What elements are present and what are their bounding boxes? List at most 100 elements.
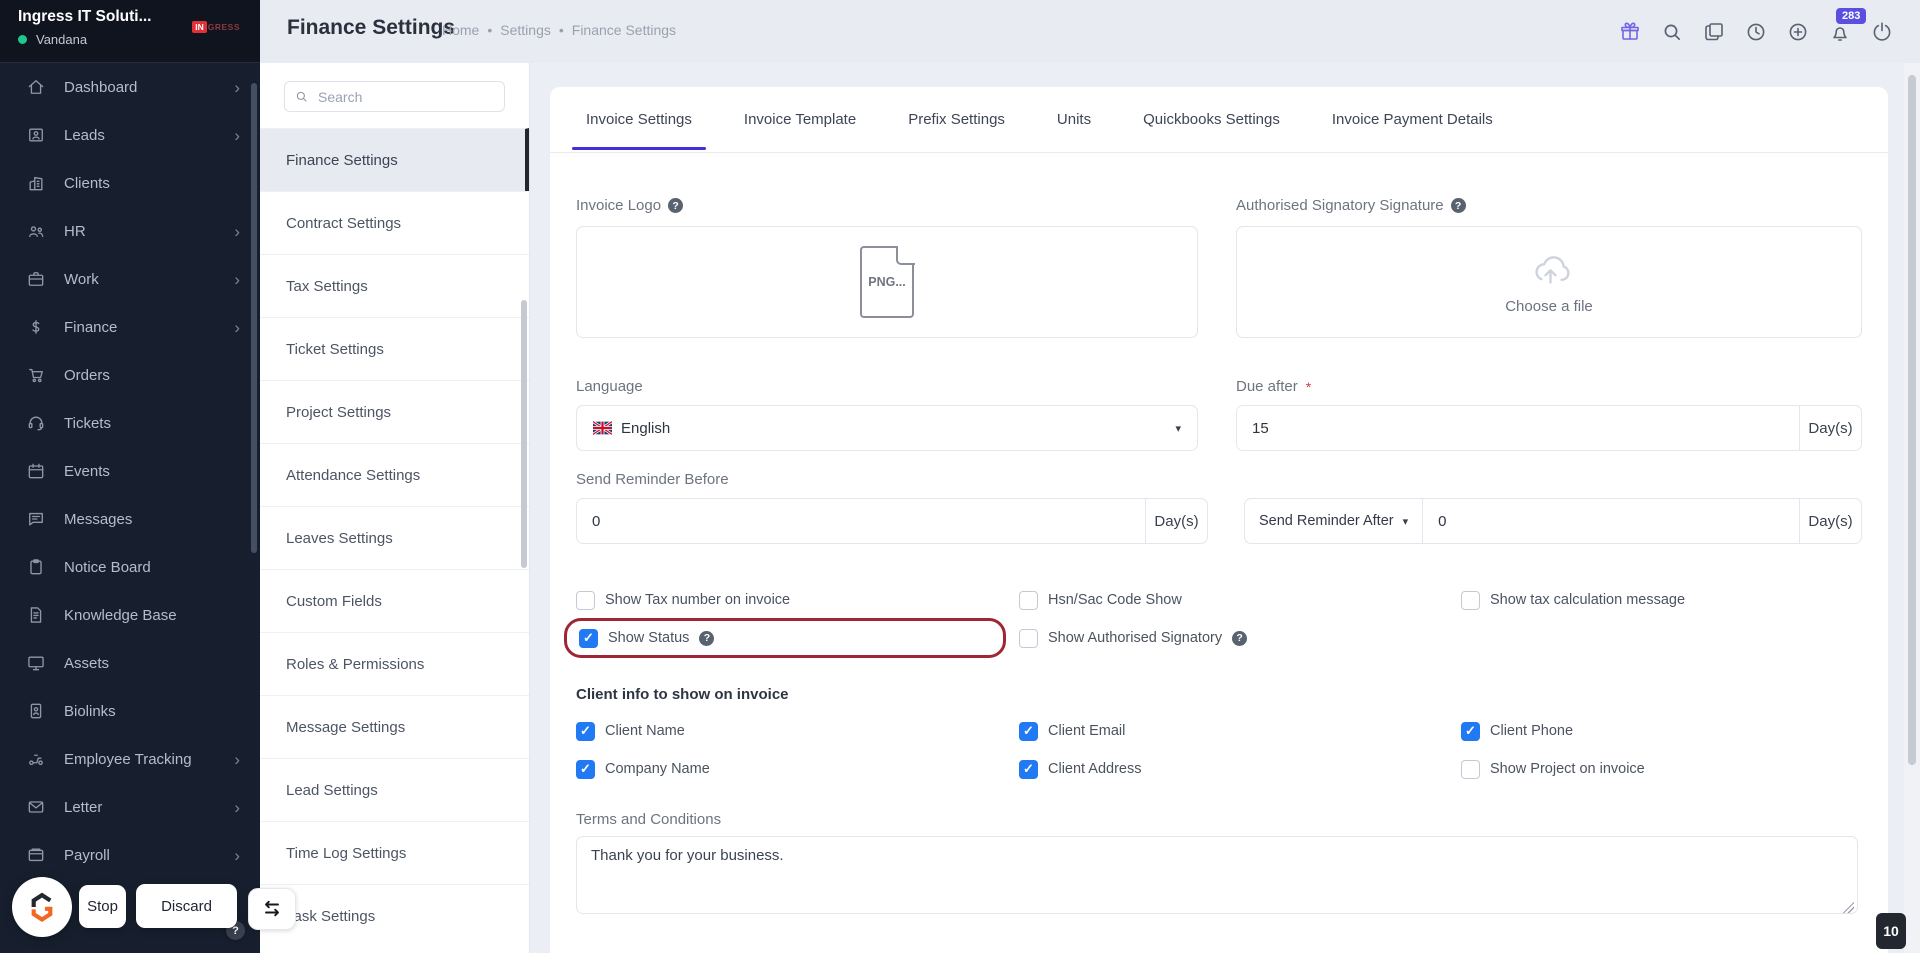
language-select[interactable]: English ▾: [576, 405, 1198, 451]
sidebar-item-label: Finance: [64, 318, 118, 336]
settings-nav-custom-fields[interactable]: Custom Fields: [260, 569, 529, 632]
sidebar-item-biolinks[interactable]: Biolinks: [0, 687, 260, 735]
settings-nav-tax-settings[interactable]: Tax Settings: [260, 254, 529, 317]
add-new-icon[interactable]: [1786, 20, 1810, 44]
checkbox[interactable]: [1461, 590, 1480, 610]
language-label: Language: [576, 378, 643, 395]
discard-button[interactable]: Discard: [136, 884, 237, 928]
sidebar-item-events[interactable]: Events: [0, 447, 260, 495]
sidebar-item-employee-tracking[interactable]: Employee Tracking ›: [0, 735, 260, 783]
notes-icon[interactable]: [1702, 20, 1726, 44]
tab-prefix-settings[interactable]: Prefix Settings: [908, 87, 1005, 152]
sidebar-item-label: Leads: [64, 126, 105, 144]
settings-nav-project-settings[interactable]: Project Settings: [260, 380, 529, 443]
lead-card-icon: [26, 125, 46, 145]
tab-quickbooks-settings[interactable]: Quickbooks Settings: [1143, 87, 1280, 152]
checkbox[interactable]: [1461, 721, 1480, 741]
settings-panel-scrollbar[interactable]: [521, 300, 527, 568]
language-field: Language English ▾: [576, 378, 1198, 451]
users-icon: [26, 221, 46, 241]
uk-flag-icon: [593, 421, 612, 435]
checkbox[interactable]: [1019, 590, 1038, 610]
company-name[interactable]: Ingress IT Soluti...: [18, 8, 152, 26]
signature-upload[interactable]: Choose a file: [1236, 226, 1862, 338]
checkbox[interactable]: [1019, 759, 1038, 779]
breadcrumb-settings[interactable]: Settings: [500, 22, 551, 38]
sidebar-item-orders[interactable]: Orders: [0, 351, 260, 399]
invoice-logo-field: Invoice Logo? PNG...: [576, 197, 1198, 338]
settings-nav-task-settings[interactable]: Task Settings: [260, 884, 529, 947]
reminder-after-select[interactable]: Send Reminder After ▾: [1245, 499, 1424, 543]
window-scrollbar-thumb[interactable]: [1908, 75, 1916, 765]
sidebar-item-payroll[interactable]: Payroll ›: [0, 831, 260, 879]
sidebar-item-assets[interactable]: Assets: [0, 639, 260, 687]
checkbox[interactable]: [576, 721, 595, 741]
recorder-logo[interactable]: [12, 877, 72, 937]
sidebar-item-dashboard[interactable]: Dashboard ›: [0, 63, 260, 111]
sidebar-item-leads[interactable]: Leads ›: [0, 111, 260, 159]
settings-nav-contract-settings[interactable]: Contract Settings: [260, 191, 529, 254]
company-name-option: Company Name: [576, 757, 1019, 781]
terms-label: Terms and Conditions: [576, 811, 722, 828]
settings-nav-roles-permissions[interactable]: Roles & Permissions: [260, 632, 529, 695]
sidebar-item-label: Messages: [64, 510, 133, 528]
settings-search-input[interactable]: [284, 81, 505, 112]
breadcrumb-separator: •: [558, 22, 564, 38]
stop-button[interactable]: Stop: [79, 885, 126, 928]
document-icon: [26, 605, 46, 625]
help-icon[interactable]: ?: [1450, 198, 1466, 213]
tab-invoice-settings[interactable]: Invoice Settings: [572, 87, 706, 152]
breadcrumb-home[interactable]: Home: [442, 22, 479, 38]
window-scrollbar-track[interactable]: [1904, 63, 1920, 953]
gift-icon[interactable]: [1618, 20, 1642, 44]
sidebar-item-letter[interactable]: Letter ›: [0, 783, 260, 831]
sidebar-item-work[interactable]: Work ›: [0, 255, 260, 303]
notifications-bell-icon[interactable]: 283: [1828, 7, 1867, 44]
logout-power-icon[interactable]: [1870, 20, 1894, 44]
checkbox[interactable]: [579, 628, 598, 648]
chevron-down-icon: ▾: [1402, 515, 1409, 528]
swap-arrows-button[interactable]: [248, 888, 296, 930]
sidebar-item-tickets[interactable]: Tickets: [0, 399, 260, 447]
logo-gress-mark: GRESS: [207, 22, 240, 32]
reminder-after-input[interactable]: [1423, 499, 1799, 543]
settings-nav-ticket-settings[interactable]: Ticket Settings: [260, 317, 529, 380]
sidebar-item-hr[interactable]: HR ›: [0, 207, 260, 255]
chevron-right-icon: ›: [234, 845, 240, 865]
sidebar-item-label: Payroll: [64, 846, 110, 864]
notification-count-badge: 283: [1836, 7, 1867, 24]
sidebar-item-label: Notice Board: [64, 558, 151, 576]
sidebar-item-label: Dashboard: [64, 78, 138, 96]
tab-invoice-payment-details[interactable]: Invoice Payment Details: [1332, 87, 1493, 152]
tab-invoice-template[interactable]: Invoice Template: [744, 87, 856, 152]
sidebar-item-notice-board[interactable]: Notice Board: [0, 543, 260, 591]
checkbox[interactable]: [576, 590, 595, 610]
sidebar-item-clients[interactable]: Clients: [0, 159, 260, 207]
settings-nav-leaves-settings[interactable]: Leaves Settings: [260, 506, 529, 569]
terms-textarea[interactable]: Thank you for your business.: [576, 836, 1858, 914]
sidebar-item-messages[interactable]: Messages: [0, 495, 260, 543]
help-icon[interactable]: ?: [1232, 630, 1248, 646]
settings-nav-lead-settings[interactable]: Lead Settings: [260, 758, 529, 821]
sidebar-item-finance[interactable]: Finance ›: [0, 303, 260, 351]
invoice-logo-upload[interactable]: PNG...: [576, 226, 1198, 338]
sidebar-scrollbar[interactable]: [251, 83, 257, 553]
settings-nav-finance-settings[interactable]: Finance Settings: [260, 128, 529, 191]
settings-nav-time-log-settings[interactable]: Time Log Settings: [260, 821, 529, 884]
checkbox[interactable]: [576, 759, 595, 779]
tab-units[interactable]: Units: [1057, 87, 1091, 152]
help-icon[interactable]: ?: [668, 198, 684, 213]
due-after-input[interactable]: [1237, 406, 1799, 450]
sidebar-item-knowledge-base[interactable]: Knowledge Base: [0, 591, 260, 639]
checkbox[interactable]: [1461, 759, 1480, 779]
settings-nav-attendance-settings[interactable]: Attendance Settings: [260, 443, 529, 506]
help-icon[interactable]: ?: [699, 630, 715, 646]
show-authorised-signatory-option: Show Authorised Signatory?: [1019, 626, 1461, 650]
sidebar-item-label: Assets: [64, 654, 110, 672]
search-icon[interactable]: [1660, 20, 1684, 44]
checkbox[interactable]: [1019, 721, 1038, 741]
history-clock-icon[interactable]: [1744, 20, 1768, 44]
checkbox[interactable]: [1019, 628, 1038, 648]
reminder-before-input[interactable]: [577, 499, 1145, 543]
settings-nav-message-settings[interactable]: Message Settings: [260, 695, 529, 758]
